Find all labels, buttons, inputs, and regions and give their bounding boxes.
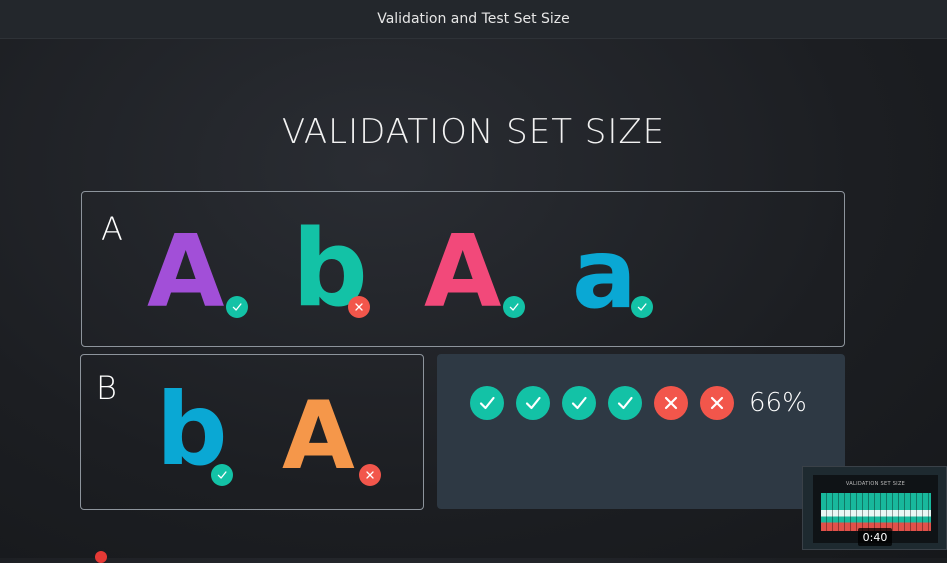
- cross-icon: [700, 386, 734, 420]
- progress-dot[interactable]: [95, 551, 107, 563]
- cross-icon: [348, 296, 370, 318]
- check-icon: [226, 296, 248, 318]
- letter-a-orange: A: [282, 382, 355, 491]
- check-icon: [470, 386, 504, 420]
- box-b: B: [80, 354, 424, 510]
- box-b-label: B: [96, 369, 117, 407]
- cross-icon: [654, 386, 688, 420]
- check-icon: [503, 296, 525, 318]
- window-title: Validation and Test Set Size: [377, 11, 570, 27]
- cross-icon: [359, 464, 381, 486]
- letter-a-blue: a: [572, 218, 637, 330]
- check-icon: [516, 386, 550, 420]
- thumbnail-timestamp: 0:40: [858, 528, 892, 546]
- accuracy-percent: 66%: [749, 388, 807, 418]
- window-titlebar: Validation and Test Set Size: [0, 0, 947, 39]
- thumbnail-grid: [821, 493, 931, 531]
- slide-title: VALIDATION SET SIZE: [281, 112, 666, 152]
- check-icon: [562, 386, 596, 420]
- check-icon: [631, 296, 653, 318]
- check-icon: [608, 386, 642, 420]
- letter-a-purple: A: [147, 213, 225, 330]
- check-icon: [211, 464, 233, 486]
- result-panel: [437, 354, 845, 509]
- box-a-label: A: [101, 210, 123, 248]
- thumbnail-title: VALIDATION SET SIZE: [845, 481, 906, 487]
- letter-a-pink: A: [424, 213, 502, 330]
